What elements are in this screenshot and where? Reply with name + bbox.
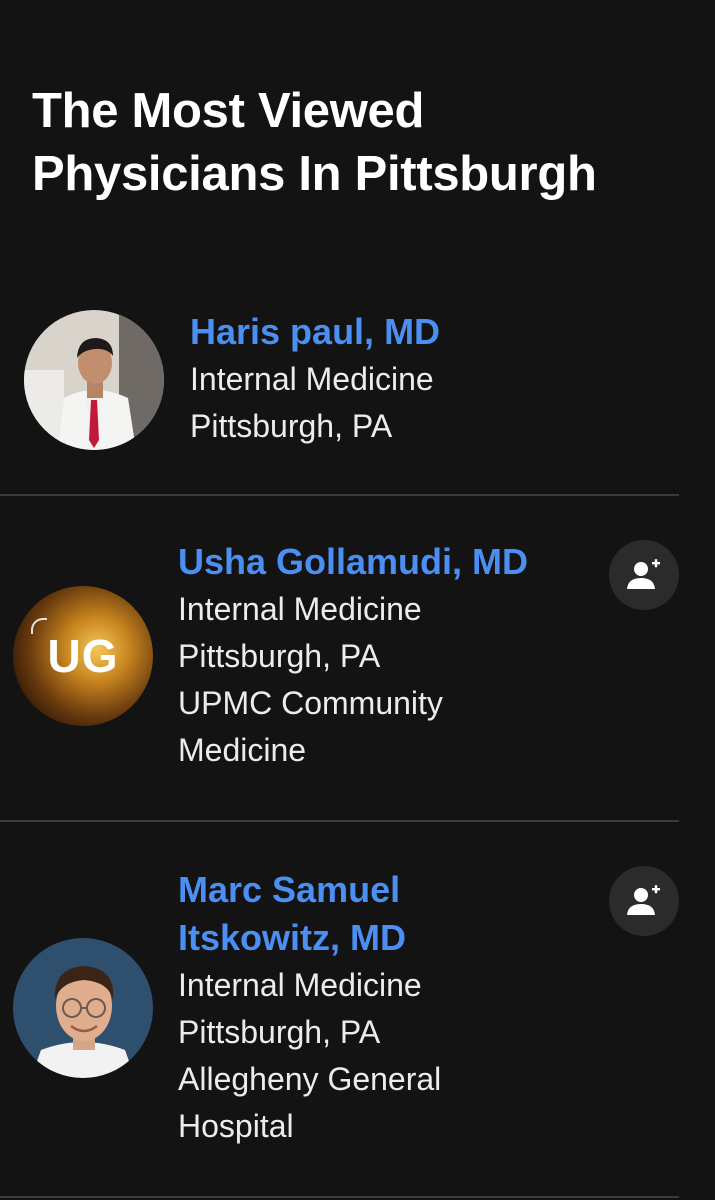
- physician-info: Usha Gollamudi, MD Internal Medicine Pit…: [178, 538, 528, 774]
- physician-avatar[interactable]: [24, 310, 164, 450]
- add-person-icon: [627, 559, 660, 589]
- physician-photo: [13, 938, 153, 1078]
- avatar-initials: UG: [47, 630, 119, 682]
- physician-affiliation-line-2: Medicine: [178, 732, 307, 768]
- physician-specialty: Internal Medicine: [178, 591, 422, 627]
- physician-card-marc-itskowitz[interactable]: Marc Samuel Itskowitz, MD Internal Medic…: [0, 822, 715, 1200]
- physician-location: Pittsburgh, PA: [178, 638, 381, 674]
- physician-avatar[interactable]: [13, 938, 153, 1078]
- physician-specialty: Internal Medicine: [190, 361, 434, 397]
- page-title: The Most Viewed Physicians In Pittsburgh: [32, 80, 692, 206]
- physician-card-usha-gollamudi[interactable]: UG Usha Gollamudi, MD Internal Medicine …: [0, 496, 715, 820]
- physician-affiliation-line-2: Hospital: [178, 1108, 294, 1144]
- physician-info: Marc Samuel Itskowitz, MD Internal Medic…: [178, 866, 441, 1150]
- physician-name-link-line-1[interactable]: Marc Samuel: [178, 866, 441, 914]
- add-person-icon: [627, 885, 660, 915]
- page-title-line-1: The Most Viewed: [32, 84, 425, 138]
- physician-specialty: Internal Medicine: [178, 967, 422, 1003]
- page-title-line-2: Physicians In Pittsburgh: [32, 147, 597, 201]
- follow-physician-button[interactable]: [609, 866, 679, 936]
- physician-info: Haris paul, MD Internal Medicine Pittsbu…: [190, 308, 440, 450]
- follow-physician-button[interactable]: [609, 540, 679, 610]
- physician-avatar[interactable]: UG: [13, 586, 153, 726]
- physician-photo: [24, 310, 164, 450]
- divider: [0, 1196, 679, 1198]
- physician-affiliation-line-1: UPMC Community: [178, 685, 443, 721]
- physician-location: Pittsburgh, PA: [178, 1014, 381, 1050]
- physician-name-link[interactable]: Haris paul, MD: [190, 308, 440, 356]
- physician-name-link-line-2[interactable]: Itskowitz, MD: [178, 914, 441, 962]
- physician-name-link[interactable]: Usha Gollamudi, MD: [178, 538, 528, 586]
- physician-affiliation-line-1: Allegheny General: [178, 1061, 442, 1097]
- physician-card-haris-paul[interactable]: Haris paul, MD Internal Medicine Pittsbu…: [0, 300, 715, 496]
- physician-location: Pittsburgh, PA: [190, 408, 393, 444]
